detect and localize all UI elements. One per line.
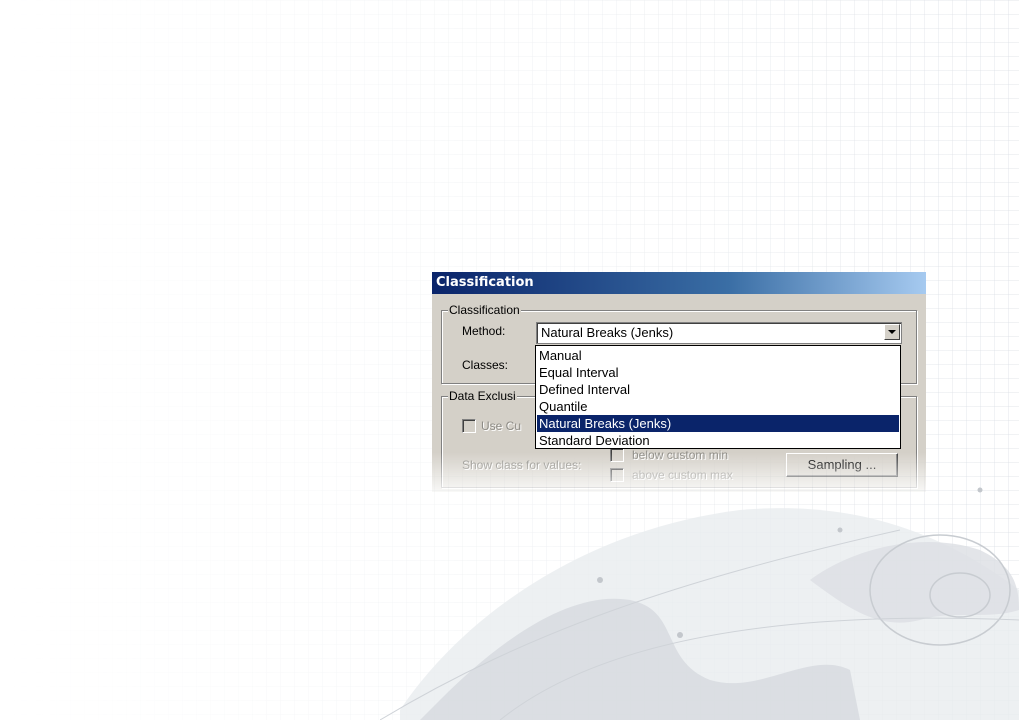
method-label: Method: bbox=[462, 324, 506, 338]
below-custom-min-checkbox[interactable] bbox=[610, 448, 624, 462]
classification-group-legend: Classification bbox=[448, 303, 521, 317]
method-combobox[interactable]: Natural Breaks (Jenks) bbox=[536, 322, 902, 344]
globe-illustration bbox=[380, 487, 1019, 720]
method-dropdown-list: Manual Equal Interval Defined Interval Q… bbox=[535, 345, 901, 449]
show-class-label: Show class for values: bbox=[462, 458, 582, 472]
method-option[interactable]: Defined Interval bbox=[537, 381, 899, 398]
method-option[interactable]: Equal Interval bbox=[537, 364, 899, 381]
method-selected-value: Natural Breaks (Jenks) bbox=[541, 325, 674, 340]
above-custom-max-label: above custom max bbox=[632, 468, 733, 482]
chevron-down-icon bbox=[888, 330, 896, 334]
use-custom-label: Use Cu bbox=[481, 419, 522, 433]
classification-dialog: Classification Classification Method: Na… bbox=[432, 272, 926, 492]
method-option[interactable]: Quantile bbox=[537, 398, 899, 415]
dialog-title-bar[interactable]: Classification bbox=[432, 272, 926, 294]
data-exclusion-group-legend: Data Exclusi bbox=[448, 389, 517, 403]
sampling-button[interactable]: Sampling ... bbox=[786, 453, 898, 477]
use-custom-checkbox[interactable] bbox=[462, 419, 476, 433]
dialog-title: Classification bbox=[436, 275, 534, 290]
method-option[interactable]: Manual bbox=[537, 347, 899, 364]
above-custom-max-checkbox[interactable] bbox=[610, 468, 624, 482]
classes-label: Classes: bbox=[462, 358, 509, 372]
below-custom-min-label: below custom min bbox=[632, 448, 729, 462]
method-option[interactable]: Standard Deviation bbox=[537, 432, 899, 449]
method-dropdown-button[interactable] bbox=[884, 324, 900, 340]
method-option-selected[interactable]: Natural Breaks (Jenks) bbox=[537, 415, 899, 432]
